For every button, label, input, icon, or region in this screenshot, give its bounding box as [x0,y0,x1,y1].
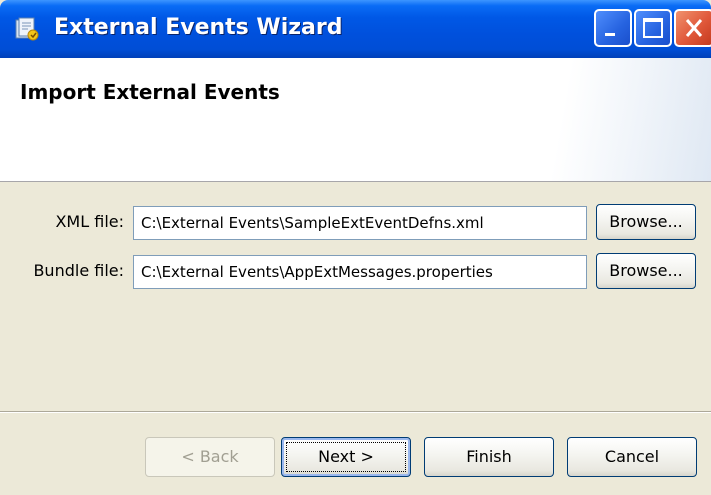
close-icon [685,19,703,37]
xml-file-input[interactable]: C:\External Events\SampleExtEventDefns.x… [133,206,587,240]
window-title: External Events Wizard [54,15,343,40]
close-button[interactable] [674,9,711,47]
wizard-header [0,58,711,182]
minimize-button[interactable] [594,9,632,47]
back-button[interactable]: < Back [145,437,275,477]
wizard-app-icon [15,17,39,41]
finish-button[interactable]: Finish [424,437,554,477]
next-button-label: Next > [318,447,374,466]
minimize-icon [605,33,615,36]
xml-browse-button[interactable]: Browse... [596,204,696,240]
xml-file-label: XML file: [55,212,124,231]
bundle-file-input[interactable]: C:\External Events\AppExtMessages.proper… [133,255,587,289]
bundle-file-label: Bundle file: [33,261,124,280]
cancel-button[interactable]: Cancel [567,437,697,477]
page-title: Import External Events [20,80,280,104]
maximize-button[interactable] [634,9,672,47]
footer-separator [0,411,711,413]
maximize-icon [643,18,663,38]
next-button[interactable]: Next > [281,437,411,477]
title-bar[interactable]: External Events Wizard [0,0,711,58]
wizard-window: External Events Wizard Import External E… [0,0,711,495]
bundle-browse-button[interactable]: Browse... [596,253,696,289]
